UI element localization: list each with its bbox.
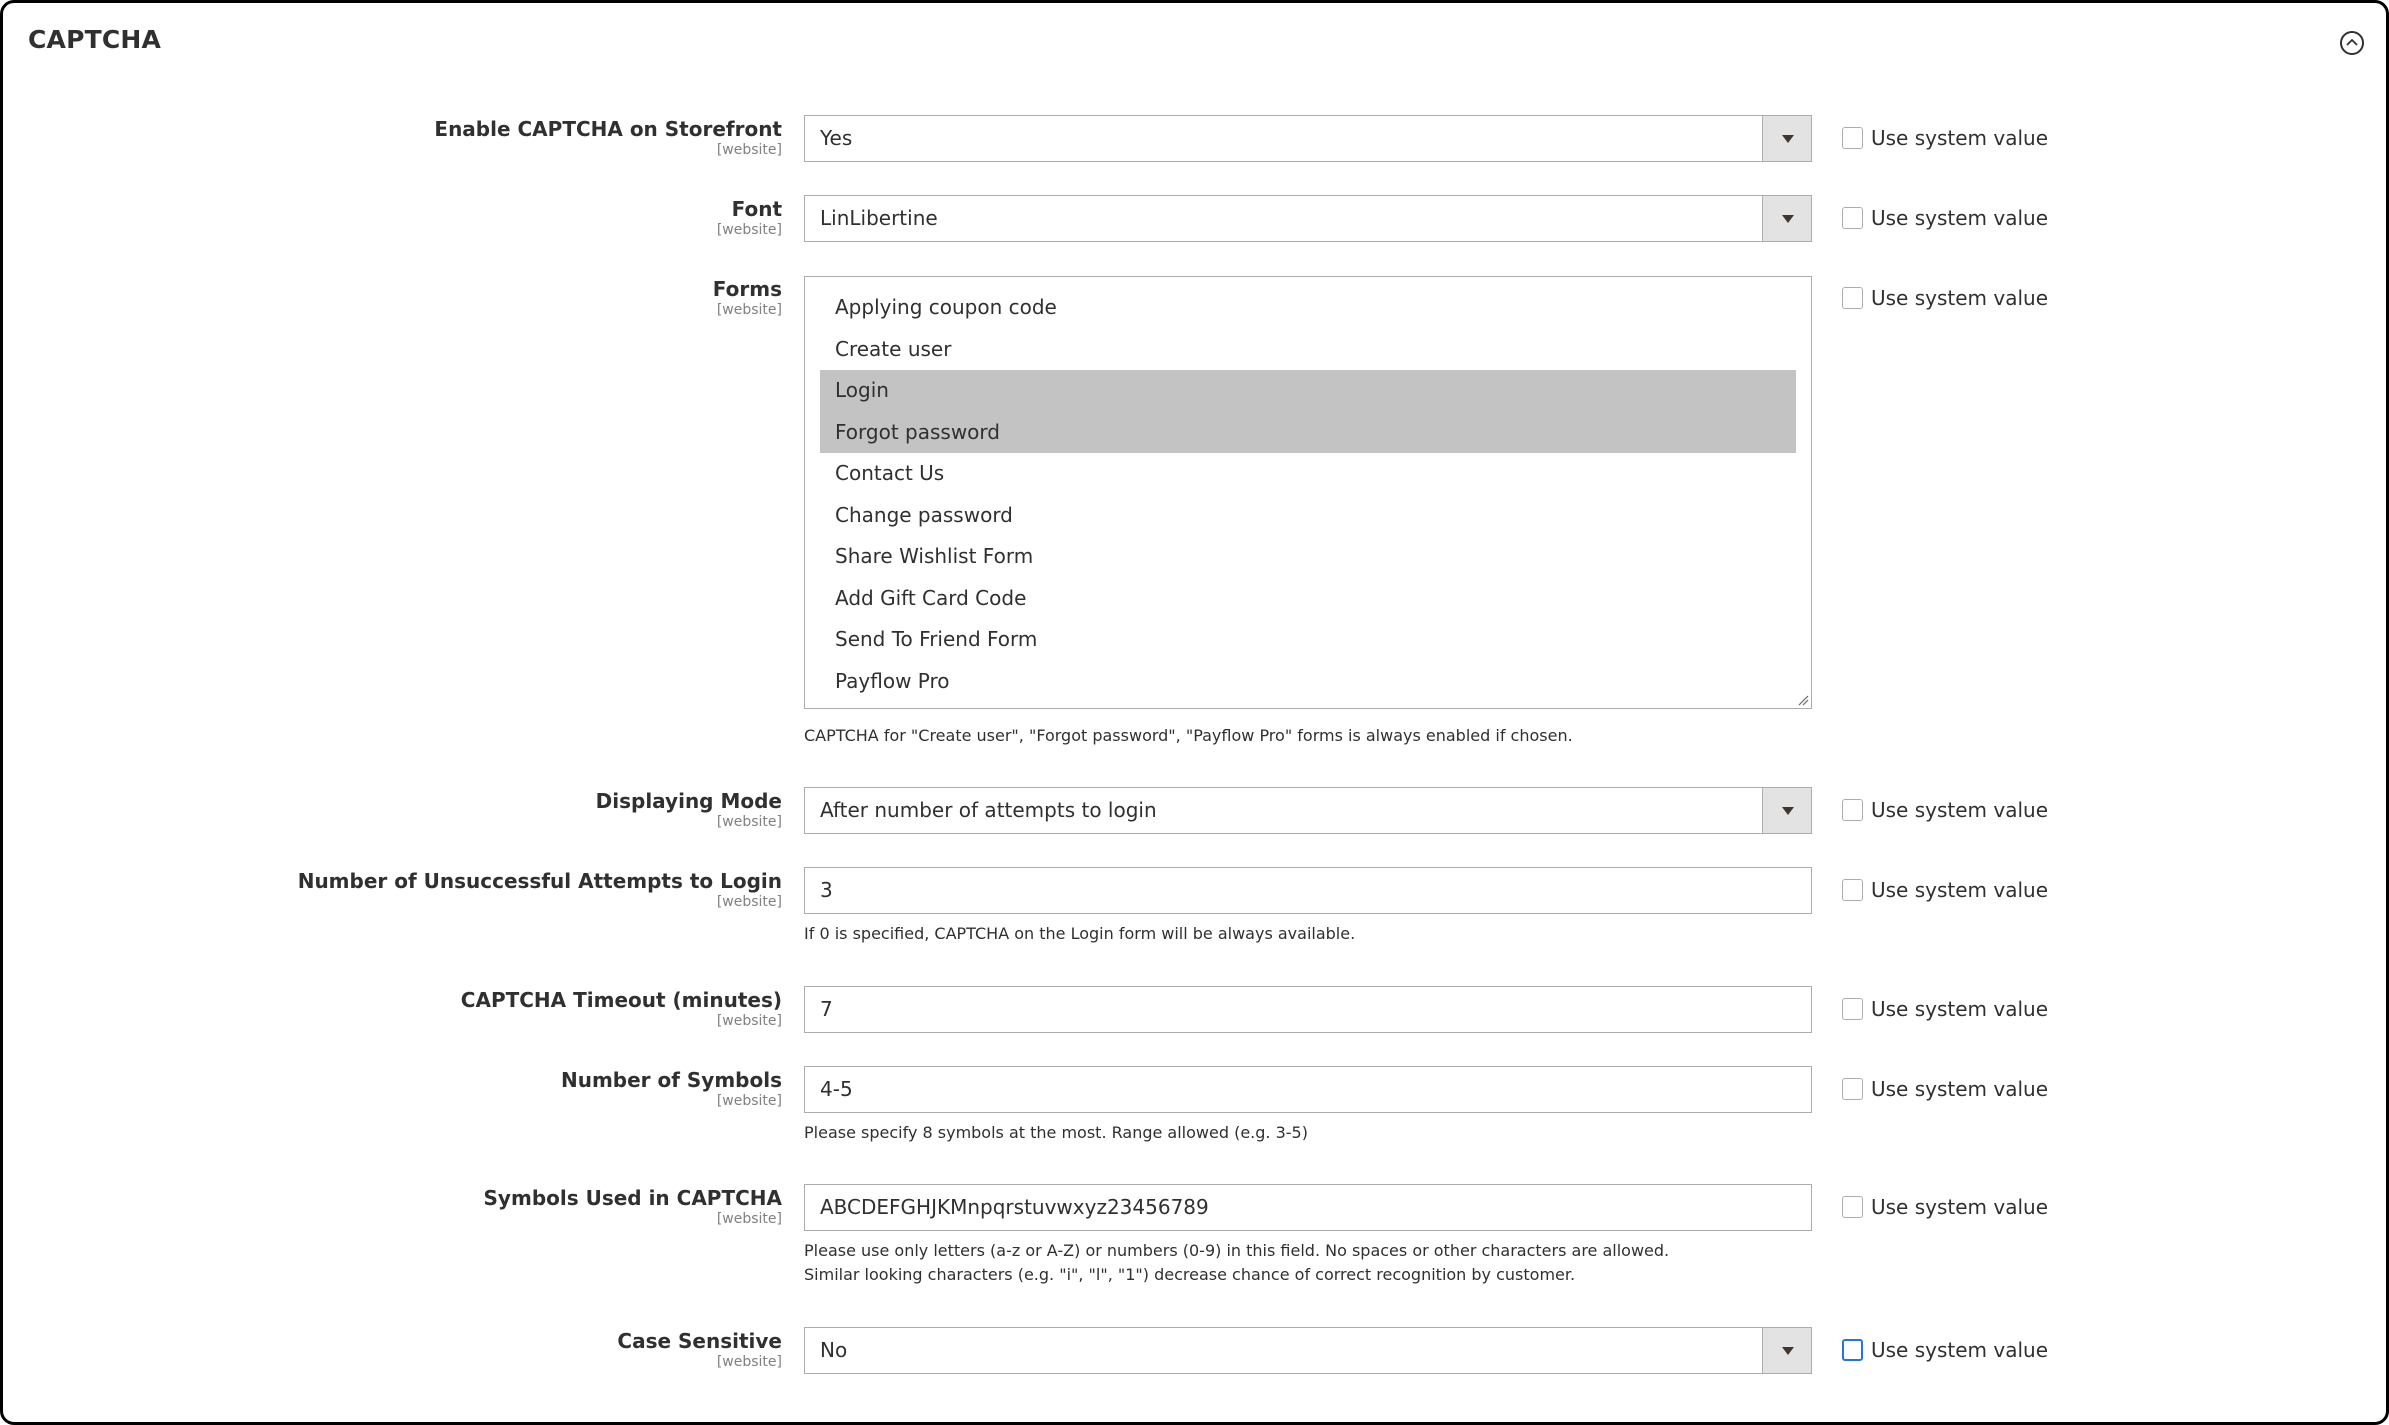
unsuccessful-attempts-input[interactable]: 3 [804, 867, 1812, 914]
use-system-value-label: Use system value [1871, 1195, 2049, 1219]
use-system-value[interactable]: Use system value [1842, 799, 2048, 821]
use-system-value-label: Use system value [1871, 798, 2049, 822]
select-value: After number of attempts to login [820, 798, 1157, 822]
use-system-value-checkbox[interactable] [1842, 207, 1863, 229]
select-value: Yes [820, 126, 853, 150]
enable-storefront-select[interactable]: Yes [804, 115, 1812, 162]
forms-option[interactable]: Contact Us [820, 453, 1796, 495]
use-system-value-checkbox[interactable] [1842, 287, 1863, 309]
forms-option[interactable]: Share Wishlist Form [820, 536, 1796, 578]
use-system-value-label: Use system value [1871, 1338, 2049, 1362]
forms-option[interactable]: Payflow Pro [820, 661, 1796, 703]
use-system-value[interactable]: Use system value [1842, 998, 2048, 1020]
forms-option[interactable]: Change password [820, 495, 1796, 537]
use-system-value[interactable]: Use system value [1842, 1078, 2048, 1100]
scope-text: [website] [716, 1354, 782, 1370]
use-system-value-label: Use system value [1871, 126, 2049, 150]
dropdown-arrow-icon[interactable] [1762, 196, 1811, 241]
scope-text: [website] [716, 1013, 782, 1029]
input-value: ABCDEFGHJKMnpqrstuvwxyz23456789 [820, 1195, 1209, 1219]
forms-note: CAPTCHA for "Create user", "Forgot passw… [804, 726, 1573, 745]
input-value: 4-5 [820, 1077, 853, 1101]
symbols-count-note: Please specify 8 symbols at the most. Ra… [804, 1123, 1308, 1142]
forms-option-selected[interactable]: Login [820, 370, 1796, 412]
field-label: Forms [website] [713, 277, 782, 319]
forms-option[interactable]: Create user [820, 329, 1796, 371]
use-system-value-checkbox[interactable] [1842, 127, 1863, 149]
section-title: CAPTCHA [28, 25, 162, 54]
use-system-value-label: Use system value [1871, 286, 2049, 310]
label-text: Symbols Used in CAPTCHA [483, 1186, 782, 1210]
input-value: 7 [820, 997, 833, 1021]
scope-text: [website] [716, 814, 782, 830]
use-system-value-label: Use system value [1871, 878, 2049, 902]
use-system-value[interactable]: Use system value [1842, 879, 2048, 901]
dropdown-arrow-icon[interactable] [1762, 1328, 1811, 1373]
resize-grip-icon[interactable] [1797, 694, 1809, 706]
scope-text: [website] [716, 894, 782, 910]
case-sensitive-select[interactable]: No [804, 1327, 1812, 1374]
dropdown-arrow-icon[interactable] [1762, 116, 1811, 161]
label-text: Forms [712, 277, 782, 301]
timeout-input[interactable]: 7 [804, 986, 1812, 1033]
field-label: Font [website] [717, 197, 782, 239]
use-system-value-checkbox[interactable] [1842, 879, 1863, 901]
forms-option[interactable]: Add Gift Card Code [820, 578, 1796, 620]
symbols-used-input[interactable]: ABCDEFGHJKMnpqrstuvwxyz23456789 [804, 1184, 1812, 1231]
use-system-value[interactable]: Use system value [1842, 127, 2048, 149]
use-system-value-checkbox[interactable] [1842, 1196, 1863, 1218]
label-text: Number of Unsuccessful Attempts to Login [297, 869, 782, 893]
forms-option[interactable]: Send To Friend Form [820, 619, 1796, 661]
forms-multiselect[interactable]: Applying coupon code Create user Login F… [804, 276, 1812, 709]
field-label: Case Sensitive [website] [617, 1329, 782, 1371]
use-system-value-label: Use system value [1871, 997, 2049, 1021]
scope-text: [website] [716, 222, 782, 238]
select-value: LinLibertine [820, 206, 938, 230]
scope-text: [website] [716, 1093, 782, 1109]
use-system-value[interactable]: Use system value [1842, 287, 2048, 309]
use-system-value-checkbox[interactable] [1842, 799, 1863, 821]
chevron-up-circle-icon[interactable] [2340, 31, 2364, 55]
displaying-mode-select[interactable]: After number of attempts to login [804, 787, 1812, 834]
label-text: Displaying Mode [595, 789, 782, 813]
field-label: Displaying Mode [website] [596, 789, 782, 831]
use-system-value[interactable]: Use system value [1842, 1196, 2048, 1218]
input-value: 3 [820, 878, 833, 902]
field-label: Enable CAPTCHA on Storefront [website] [434, 117, 782, 159]
scope-text: [website] [716, 142, 782, 158]
field-label: Symbols Used in CAPTCHA [website] [484, 1186, 782, 1228]
use-system-value[interactable]: Use system value [1842, 1339, 2048, 1361]
dropdown-arrow-icon[interactable] [1762, 788, 1811, 833]
attempts-note: If 0 is specified, CAPTCHA on the Login … [804, 924, 1356, 943]
use-system-value-label: Use system value [1871, 206, 2049, 230]
number-of-symbols-input[interactable]: 4-5 [804, 1066, 1812, 1113]
field-label: CAPTCHA Timeout (minutes) [website] [461, 988, 782, 1030]
use-system-value-checkbox[interactable] [1842, 1078, 1863, 1100]
label-text: Number of Symbols [560, 1068, 782, 1092]
field-label: Number of Unsuccessful Attempts to Login… [298, 869, 782, 911]
select-value: No [820, 1338, 848, 1362]
forms-option[interactable]: Applying coupon code [820, 287, 1796, 329]
forms-option-selected[interactable]: Forgot password [820, 411, 1796, 453]
label-text: Font [731, 197, 782, 221]
symbols-used-note-1: Please use only letters (a-z or A-Z) or … [804, 1241, 1670, 1260]
use-system-value-label: Use system value [1871, 1077, 2049, 1101]
label-text: Enable CAPTCHA on Storefront [434, 117, 782, 141]
label-text: CAPTCHA Timeout (minutes) [460, 988, 782, 1012]
font-select[interactable]: LinLibertine [804, 195, 1812, 242]
use-system-value[interactable]: Use system value [1842, 207, 2048, 229]
use-system-value-checkbox[interactable] [1842, 998, 1863, 1020]
label-text: Case Sensitive [617, 1329, 782, 1353]
symbols-used-note-2: Similar looking characters (e.g. "i", "l… [804, 1265, 1576, 1284]
use-system-value-checkbox[interactable] [1842, 1339, 1863, 1361]
scope-text: [website] [716, 1211, 782, 1227]
scope-text: [website] [716, 302, 782, 318]
field-label: Number of Symbols [website] [561, 1068, 782, 1110]
